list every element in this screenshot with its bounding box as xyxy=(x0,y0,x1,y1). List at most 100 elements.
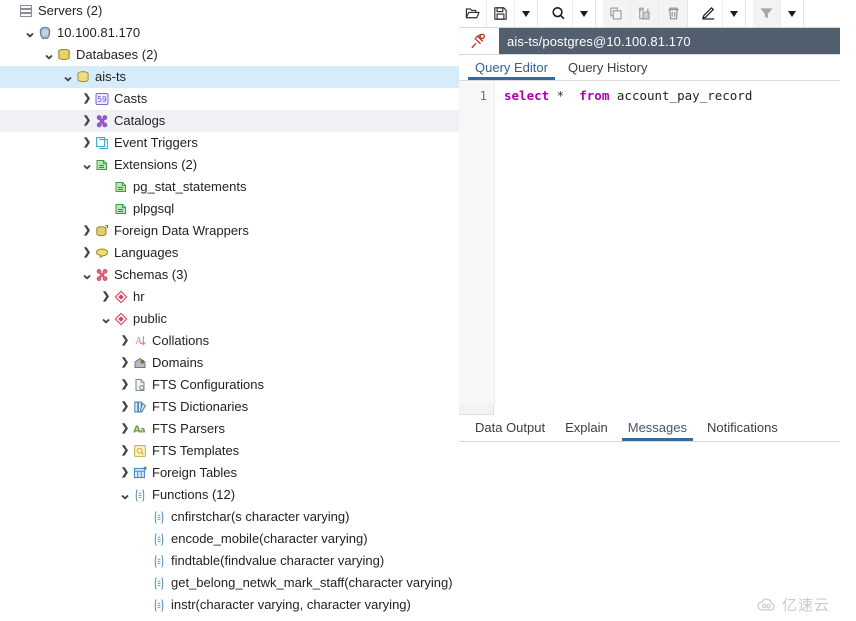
result-tab-bar: Data Output Explain Messages Notifications xyxy=(459,414,840,442)
sql-token-operator: * xyxy=(549,88,572,103)
tree-item-databases-2[interactable]: ⌄ Databases (2) xyxy=(0,44,459,66)
toolbar-separator xyxy=(688,0,695,27)
tree-item-label: Databases (2) xyxy=(76,47,158,62)
chevron-right-icon[interactable]: ❯ xyxy=(80,132,94,154)
tab-notifications[interactable]: Notifications xyxy=(697,414,788,441)
function-icon xyxy=(151,509,167,525)
tree-item-collations[interactable]: ❯ A Collations xyxy=(0,330,459,352)
tree-item-fts-parsers[interactable]: ❯ Aa FTS Parsers xyxy=(0,418,459,440)
find-button[interactable] xyxy=(545,0,573,27)
chevron-right-icon[interactable]: ❯ xyxy=(118,462,132,484)
open-folder-icon xyxy=(464,5,481,22)
chevron-right-icon[interactable]: ❯ xyxy=(118,440,132,462)
tree-item-functions-12[interactable]: ⌄ Functions (12) xyxy=(0,484,459,506)
languages-icon xyxy=(94,245,110,261)
tree-item-extensions-2[interactable]: ⌄ Extensions (2) xyxy=(0,154,459,176)
chevron-right-icon[interactable]: ❯ xyxy=(80,88,94,110)
result-panel-resize-handle[interactable] xyxy=(459,405,840,415)
delete-button[interactable] xyxy=(659,0,687,27)
chevron-down-icon[interactable]: ⌄ xyxy=(80,267,94,283)
copy-button[interactable] xyxy=(603,0,631,27)
sql-editor[interactable]: 1 select * from account_pay_record xyxy=(459,81,840,405)
chevron-down-icon xyxy=(788,10,796,17)
tree-item-foreign-data-wrappers[interactable]: ❯ Foreign Data Wrappers xyxy=(0,220,459,242)
chevron-right-icon[interactable]: ❯ xyxy=(118,396,132,418)
query-tool-toolbar xyxy=(459,0,840,28)
catalogs-icon xyxy=(94,113,110,129)
tab-data-output[interactable]: Data Output xyxy=(465,414,555,441)
function-icon xyxy=(151,597,167,613)
function-icon xyxy=(151,531,167,547)
tree-item-fts-templates[interactable]: ❯ FTS Templates xyxy=(0,440,459,462)
tree-item-cnfirstchar-s-character-varying[interactable]: cnfirstchar(s character varying) xyxy=(0,506,459,528)
connection-tab[interactable]: ais-ts/postgres@10.100.81.170 xyxy=(499,28,840,54)
tree-item-10-100-81-170[interactable]: ⌄ 10.100.81.170 xyxy=(0,22,459,44)
functions-icon xyxy=(132,487,148,503)
tree-item-label: FTS Configurations xyxy=(152,377,264,392)
function-icon xyxy=(151,553,167,569)
tree-item-label: Domains xyxy=(152,355,204,370)
chevron-down-icon[interactable]: ⌄ xyxy=(99,311,113,327)
tree-item-catalogs[interactable]: ❯ Catalogs xyxy=(0,110,459,132)
query-tool-panel: ais-ts/postgres@10.100.81.170 Query Edit… xyxy=(459,0,840,621)
tab-explain[interactable]: Explain xyxy=(555,414,618,441)
chevron-down-icon[interactable]: ⌄ xyxy=(42,47,56,63)
open-file-button[interactable] xyxy=(459,0,487,27)
databases-icon xyxy=(56,47,72,63)
chevron-down-icon[interactable]: ⌄ xyxy=(118,487,132,503)
tab-query-history[interactable]: Query History xyxy=(558,55,657,80)
connection-strip: ais-ts/postgres@10.100.81.170 xyxy=(459,28,840,55)
save-file-button[interactable] xyxy=(487,0,515,27)
edit-pencil-icon xyxy=(700,5,717,22)
filter-options-menu[interactable] xyxy=(781,0,803,27)
edit-button[interactable] xyxy=(695,0,723,27)
tree-item-languages[interactable]: ❯ Languages xyxy=(0,242,459,264)
tree-item-pg-stat-statements[interactable]: pg_stat_statements xyxy=(0,176,459,198)
tree-item-casts[interactable]: ❯ 59 Casts xyxy=(0,88,459,110)
chevron-right-icon[interactable]: ❯ xyxy=(118,352,132,374)
object-browser-tree[interactable]: Servers (2) ⌄ 10.100.81.170 ⌄ Databases (2) ⌄… xyxy=(0,0,459,616)
chevron-right-icon[interactable]: ❯ xyxy=(99,286,113,308)
tree-item-event-triggers[interactable]: ❯ Event Triggers xyxy=(0,132,459,154)
tree-item-fts-dictionaries[interactable]: ❯ FTS Dictionaries xyxy=(0,396,459,418)
pin-icon[interactable] xyxy=(459,28,499,54)
pgadmin-window: Servers (2) ⌄ 10.100.81.170 ⌄ Databases (2) ⌄… xyxy=(0,0,856,621)
tree-item-label: Servers (2) xyxy=(38,3,103,18)
chevron-right-icon[interactable]: ❯ xyxy=(80,220,94,242)
svg-text:a: a xyxy=(140,426,145,435)
tree-item-get-belong-netwk-mark-staff-character-varying[interactable]: get_belong_netwk_mark_staff(character va… xyxy=(0,572,459,594)
tree-item-foreign-tables[interactable]: ❯ Foreign Tables xyxy=(0,462,459,484)
chevron-down-icon[interactable]: ⌄ xyxy=(61,69,75,85)
chevron-right-icon[interactable]: ❯ xyxy=(118,418,132,440)
svg-text:59: 59 xyxy=(97,95,107,104)
tree-item-servers-2[interactable]: Servers (2) xyxy=(0,0,459,22)
tree-item-hr[interactable]: ❯ hr xyxy=(0,286,459,308)
tree-item-schemas-3[interactable]: ⌄ Schemas (3) xyxy=(0,264,459,286)
tree-item-ais-ts[interactable]: ⌄ ais-ts xyxy=(0,66,459,88)
tree-item-public[interactable]: ⌄ public xyxy=(0,308,459,330)
filter-button[interactable] xyxy=(753,0,781,27)
chevron-right-icon[interactable]: ❯ xyxy=(80,110,94,132)
tree-item-label: FTS Templates xyxy=(152,443,240,458)
tree-item-plpgsql[interactable]: plpgsql xyxy=(0,198,459,220)
tree-item-domains[interactable]: ❯ Domains xyxy=(0,352,459,374)
tree-item-encode-mobile-character-varying[interactable]: encode_mobile(character varying) xyxy=(0,528,459,550)
edit-options-menu[interactable] xyxy=(723,0,745,27)
save-options-menu[interactable] xyxy=(515,0,537,27)
event-triggers-icon xyxy=(94,135,110,151)
chevron-right-icon[interactable]: ❯ xyxy=(118,374,132,396)
tree-item-findtable-findvalue-character-varying[interactable]: findtable(findvalue character varying) xyxy=(0,550,459,572)
sql-code-content[interactable]: select * from account_pay_record xyxy=(495,81,840,405)
tree-item-fts-configurations[interactable]: ❯ FTS Configurations xyxy=(0,374,459,396)
extension-icon xyxy=(113,201,129,217)
tree-item-instr-character-varying-character-varying[interactable]: instr(character varying, character varyi… xyxy=(0,594,459,616)
tab-query-editor[interactable]: Query Editor xyxy=(465,55,558,80)
paste-button[interactable] xyxy=(631,0,659,27)
tab-messages[interactable]: Messages xyxy=(618,414,697,441)
chevron-down-icon[interactable]: ⌄ xyxy=(80,157,94,173)
chevron-right-icon[interactable]: ❯ xyxy=(118,330,132,352)
chevron-right-icon[interactable]: ❯ xyxy=(80,242,94,264)
find-options-menu[interactable] xyxy=(573,0,595,27)
chevron-down-icon[interactable]: ⌄ xyxy=(23,25,37,41)
chevron-down-icon xyxy=(730,10,738,17)
